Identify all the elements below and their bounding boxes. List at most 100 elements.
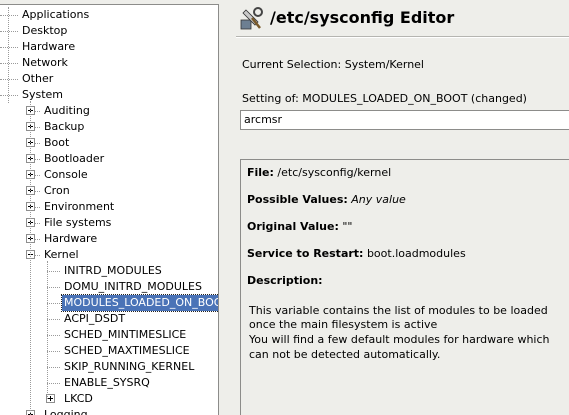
tree-item-label: SCHED_MAXTIMESLICE bbox=[64, 344, 190, 357]
tree-connector bbox=[35, 191, 40, 192]
tree-connector bbox=[47, 383, 60, 384]
title-separator bbox=[236, 36, 569, 38]
setting-value-input[interactable]: arcmsr bbox=[240, 110, 569, 130]
tree-item-label: Boot bbox=[44, 136, 70, 149]
possible-values-info: Possible Values: Any value bbox=[247, 193, 406, 206]
tree-item-label: File systems bbox=[44, 216, 112, 229]
tree-item-other[interactable]: Other bbox=[0, 71, 218, 87]
editor-panel: /etc/sysconfig Editor Current Selection:… bbox=[228, 0, 569, 415]
tree-item-label: Bootloader bbox=[44, 152, 105, 165]
original-value-value: "" bbox=[342, 220, 353, 233]
original-value-info: Original Value: "" bbox=[247, 220, 352, 233]
tree-item-desktop[interactable]: Desktop bbox=[0, 23, 218, 39]
tree-connector bbox=[35, 111, 40, 112]
tree-connector bbox=[0, 79, 18, 80]
tree-item-skip-running-kernel[interactable]: SKIP_RUNNING_KERNEL bbox=[0, 359, 218, 375]
tree-item-modules-loaded-on-boot[interactable]: MODULES_LOADED_ON_BOOT bbox=[0, 294, 218, 312]
tree-item-initrd-modules[interactable]: INITRD_MODULES bbox=[0, 263, 218, 279]
tree-connector bbox=[35, 223, 40, 224]
tree-item-label: Other bbox=[22, 72, 54, 85]
tree-connector bbox=[0, 63, 18, 64]
tree-item-label: Applications bbox=[22, 8, 90, 21]
tree-item-sched-maxtimeslice[interactable]: SCHED_MAXTIMESLICE bbox=[0, 343, 218, 359]
description-line: can not be detected automatically. bbox=[249, 348, 441, 361]
tree-item-label: Logging bbox=[44, 408, 88, 415]
description-line: This variable contains the list of modul… bbox=[249, 304, 548, 317]
tree-connector bbox=[35, 159, 40, 160]
tree-item-label: Network bbox=[22, 56, 68, 69]
tree-item-system[interactable]: System bbox=[0, 87, 218, 103]
original-value-label: Original Value: bbox=[247, 220, 339, 233]
tree-item-boot[interactable]: Boot bbox=[0, 135, 218, 151]
tree-item-file-systems[interactable]: File systems bbox=[0, 215, 218, 231]
description-line: once the main filesystem is active bbox=[249, 318, 438, 331]
tree-connector bbox=[0, 95, 18, 96]
page-title: /etc/sysconfig Editor bbox=[270, 8, 455, 27]
tree-connector bbox=[47, 287, 60, 288]
tree-item-kernel[interactable]: Kernel bbox=[0, 247, 218, 263]
tree-item-label: MODULES_LOADED_ON_BOOT bbox=[60, 294, 218, 312]
tree-item-network[interactable]: Network bbox=[0, 55, 218, 71]
tree-item-hardware[interactable]: Hardware bbox=[0, 39, 218, 55]
tree-item-cron[interactable]: Cron bbox=[0, 183, 218, 199]
tree-connector bbox=[0, 47, 18, 48]
service-info: Service to Restart: boot.loadmodules bbox=[247, 247, 466, 260]
tree-item-label: SKIP_RUNNING_KERNEL bbox=[64, 360, 195, 373]
tree-connector bbox=[8, 7, 9, 103]
tools-icon bbox=[240, 7, 263, 30]
service-value: boot.loadmodules bbox=[366, 247, 466, 260]
tree-item-label: Environment bbox=[44, 200, 115, 213]
description-label: Description: bbox=[247, 274, 323, 287]
tree-item-label: Console bbox=[44, 168, 88, 181]
tree-item-environment[interactable]: Environment bbox=[0, 199, 218, 215]
tree-connector bbox=[35, 143, 40, 144]
description-line: You will find a few default modules for … bbox=[249, 333, 550, 346]
tree-item-console[interactable]: Console bbox=[0, 167, 218, 183]
file-info: File: /etc/sysconfig/kernel bbox=[247, 166, 391, 179]
tree-connector bbox=[47, 351, 60, 352]
tree-item-backup[interactable]: Backup bbox=[0, 119, 218, 135]
tree-connector bbox=[47, 335, 60, 336]
file-value: /etc/sysconfig/kernel bbox=[277, 166, 392, 179]
tree-item-label: DOMU_INITRD_MODULES bbox=[64, 280, 202, 293]
tree-connector bbox=[30, 101, 31, 415]
tree-connector bbox=[35, 127, 40, 128]
service-label: Service to Restart: bbox=[247, 247, 364, 260]
tree-item-label: LKCD bbox=[64, 392, 93, 405]
possible-values-value: Any value bbox=[351, 193, 406, 206]
tree-item-sched-mintimeslice[interactable]: SCHED_MINTIMESLICE bbox=[0, 327, 218, 343]
setting-info-box: File: /etc/sysconfig/kernel Possible Val… bbox=[240, 159, 569, 415]
tree-connector bbox=[0, 15, 18, 16]
tree-item-label: ACPI_DSDT bbox=[64, 312, 126, 325]
tree-connector bbox=[47, 367, 60, 368]
tree-connector bbox=[47, 319, 60, 320]
tree-item-acpi-dsdt[interactable]: ACPI_DSDT bbox=[0, 311, 218, 327]
tree-item-enable-sysrq[interactable]: ENABLE_SYSRQ bbox=[0, 375, 218, 391]
tree-item-label: System bbox=[22, 88, 64, 101]
file-label: File: bbox=[247, 166, 274, 179]
tree-connector bbox=[47, 271, 60, 272]
tree-item-bootloader[interactable]: Bootloader bbox=[0, 151, 218, 167]
tree-item-label: ENABLE_SYSRQ bbox=[64, 376, 150, 389]
tree-item-logging[interactable]: Logging bbox=[0, 407, 218, 415]
tree-connector bbox=[35, 207, 40, 208]
tree-item-lkcd[interactable]: LKCD bbox=[0, 391, 218, 407]
settings-tree[interactable]: Applications Desktop Hardware Network Other S… bbox=[0, 4, 219, 415]
tree-connector bbox=[35, 255, 40, 256]
current-selection-label: Current Selection: System/Kernel bbox=[242, 58, 424, 71]
tree-item-hardware[interactable]: Hardware bbox=[0, 231, 218, 247]
tree-item-auditing[interactable]: Auditing bbox=[0, 103, 218, 119]
tree-item-label: Cron bbox=[44, 184, 70, 197]
tree-item-label: Hardware bbox=[44, 232, 98, 245]
tree-item-domu-initrd-modules[interactable]: DOMU_INITRD_MODULES bbox=[0, 279, 218, 295]
tree-item-applications[interactable]: Applications bbox=[0, 7, 218, 23]
tree-item-label: Backup bbox=[44, 120, 85, 133]
tree-connector bbox=[35, 175, 40, 176]
tree-item-label: INITRD_MODULES bbox=[64, 264, 162, 277]
tree-connector bbox=[47, 303, 60, 304]
tree-item-label: Desktop bbox=[22, 24, 68, 37]
possible-values-label: Possible Values: bbox=[247, 193, 348, 206]
tree-connector bbox=[47, 261, 48, 399]
tree-item-label: Auditing bbox=[44, 104, 90, 117]
tree-item-label: SCHED_MINTIMESLICE bbox=[64, 328, 187, 341]
